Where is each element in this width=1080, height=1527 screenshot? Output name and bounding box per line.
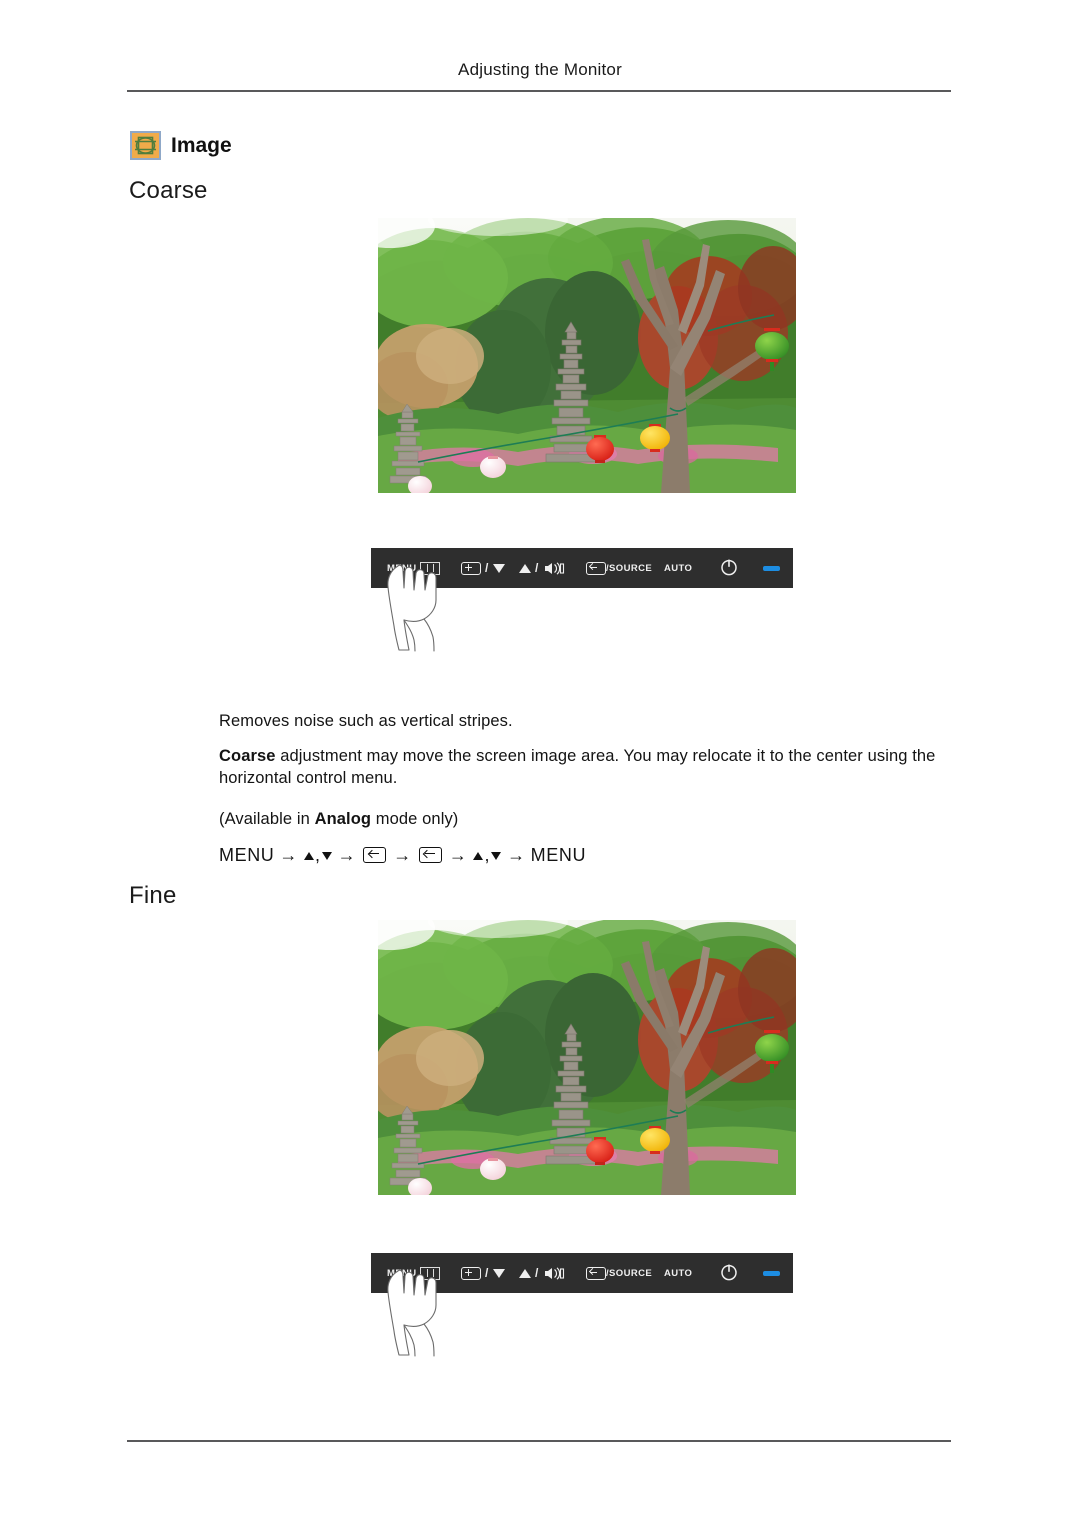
brightness-icon [461, 561, 481, 575]
page-header-title: Adjusting the Monitor [458, 60, 622, 79]
auto-button-label: AUTO [664, 562, 693, 574]
subsection-heading-fine: Fine [129, 882, 177, 909]
down-arrow-icon [492, 563, 505, 573]
enter-icon [586, 561, 606, 575]
separator-slash: / [485, 561, 489, 575]
image-menu-icon [130, 131, 161, 160]
subsection-heading-coarse: Coarse [129, 177, 208, 204]
sample-photo-coarse [378, 218, 796, 493]
menu-button-label: MENU [387, 1267, 417, 1279]
speaker-icon [543, 1266, 565, 1280]
nav-comma-1: , [315, 845, 321, 865]
power-icon [720, 558, 738, 579]
header-divider [127, 90, 951, 92]
paragraph-description: Removes noise such as vertical stripes. [219, 712, 513, 730]
enter-source-button[interactable]: /SOURCE [586, 561, 653, 575]
nav-arrow-1: → [279, 845, 299, 865]
down-arrow-icon [321, 852, 332, 860]
menu-button-label: MENU [387, 562, 417, 574]
separator-slash: / [485, 1266, 489, 1280]
up-arrow-icon [473, 852, 484, 860]
nav-end-label: MENU [530, 845, 587, 865]
menu-panel-icon [419, 561, 440, 575]
enter-icon [586, 1266, 606, 1280]
up-arrow-icon [304, 852, 315, 860]
sample-photo-fine [378, 920, 796, 1195]
up-arrow-icon [519, 1268, 531, 1278]
menu-panel-icon [419, 1266, 440, 1280]
paragraph-availability: (Available in Analog mode only) [219, 808, 458, 830]
availability-suffix: mode only) [371, 810, 459, 828]
coarse-bold-term: Coarse [219, 747, 276, 765]
nav-arrow-4: → [448, 845, 468, 865]
nav-arrow-3: → [393, 845, 412, 865]
nav-start-label: MENU [219, 845, 275, 865]
brightness-icon [461, 1266, 481, 1280]
power-button[interactable] [720, 558, 738, 579]
nav-arrow-5: → [507, 845, 526, 865]
paragraph-coarse-note: Coarse adjustment may move the screen im… [219, 745, 955, 790]
footer-divider [127, 1440, 951, 1442]
volume-up-button[interactable]: / [519, 1266, 565, 1280]
nav-comma-2: , [484, 845, 491, 865]
availability-prefix: (Available in [219, 810, 315, 828]
image-section-label: Image [171, 134, 232, 157]
analog-bold-term: Analog [314, 810, 372, 828]
down-arrow-icon [491, 852, 502, 860]
manual-page: Adjusting the Monitor Image Coarse MENU … [0, 0, 1080, 1527]
monitor-control-panel-fine: MENU / / /SOURCE AUTO [371, 1253, 793, 1293]
led-icon [763, 1270, 780, 1276]
power-button[interactable] [720, 1263, 738, 1284]
enter-key-icon [418, 847, 442, 863]
menu-button[interactable]: MENU [387, 1266, 440, 1280]
coarse-note-rest: adjustment may move the screen image are… [219, 747, 936, 788]
brightness-down-button[interactable]: / [461, 1266, 505, 1280]
separator-slash: / [535, 1266, 539, 1280]
auto-button[interactable]: AUTO [664, 563, 692, 574]
menu-navigation-sequence: MENU →, → → →, → MENU [219, 843, 586, 867]
speaker-icon [543, 561, 565, 575]
source-button-label: /SOURCE [606, 1267, 653, 1279]
power-led-indicator [763, 1270, 780, 1276]
enter-source-button[interactable]: /SOURCE [586, 1266, 653, 1280]
source-button-label: /SOURCE [606, 562, 653, 574]
monitor-control-panel-coarse: MENU / / /SOURCE AUTO [371, 548, 793, 588]
brightness-down-button[interactable]: / [461, 561, 505, 575]
nav-arrow-2: → [337, 845, 357, 865]
auto-button-label: AUTO [664, 1267, 693, 1279]
power-icon [720, 1263, 738, 1284]
power-led-indicator [763, 565, 780, 571]
auto-button[interactable]: AUTO [664, 1268, 692, 1279]
enter-key-icon [363, 847, 387, 863]
menu-button[interactable]: MENU [387, 561, 440, 575]
down-arrow-icon [492, 1268, 505, 1278]
volume-up-button[interactable]: / [519, 561, 565, 575]
up-arrow-icon [519, 563, 531, 573]
separator-slash: / [535, 561, 539, 575]
led-icon [763, 565, 780, 571]
image-section-heading: Image [130, 131, 232, 160]
